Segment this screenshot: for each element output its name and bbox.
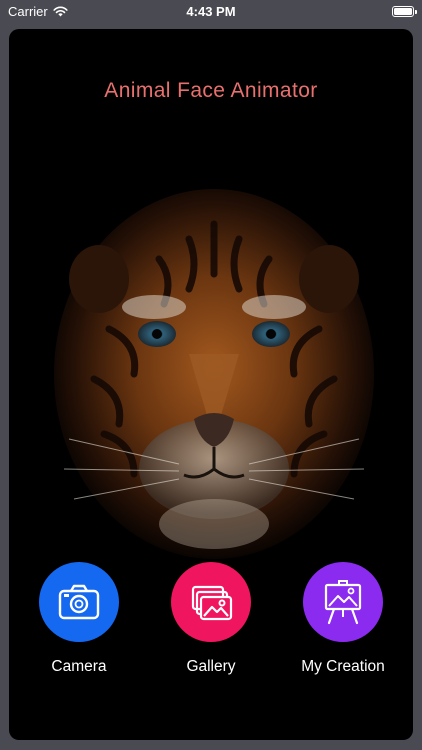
camera-button[interactable]: Camera (24, 562, 134, 676)
tiger-face-image (54, 189, 374, 559)
app-title: Animal Face Animator (104, 79, 318, 102)
action-bar: Camera Gallery My Creation (9, 562, 413, 682)
status-bar: Carrier 4:43 PM (0, 0, 422, 24)
battery-icon (392, 6, 417, 17)
easel-icon (324, 580, 362, 625)
battery-fill (394, 8, 412, 15)
my-creation-button-circle[interactable] (303, 562, 383, 642)
gallery-icon (191, 585, 233, 621)
main-card: Animal Face Animator Camera Gallery My C… (9, 29, 413, 740)
gallery-button-circle[interactable] (171, 562, 251, 642)
camera-icon (58, 584, 100, 620)
my-creation-button[interactable]: My Creation (288, 562, 398, 676)
gallery-button[interactable]: Gallery (156, 562, 266, 676)
status-time: 4:43 PM (186, 4, 236, 19)
camera-button-circle[interactable] (39, 562, 119, 642)
my-creation-label: My Creation (301, 658, 385, 675)
gallery-label: Gallery (186, 658, 236, 675)
camera-label: Camera (51, 658, 107, 675)
